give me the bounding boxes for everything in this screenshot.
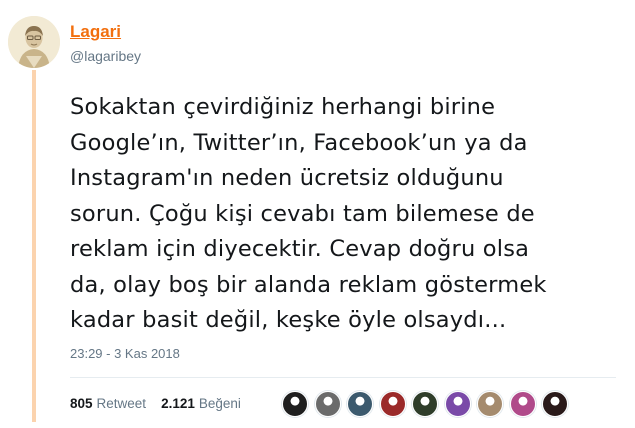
tweet-line: kadar basit değil, keşke öyle olsaydı...	[70, 307, 507, 333]
like-label: Beğeni	[198, 396, 241, 411]
divider	[70, 377, 616, 378]
tweet-line: da, olay boş bir alanda reklam göstermek	[70, 271, 547, 298]
liker-avatar-6[interactable]	[444, 391, 471, 417]
liker-avatar-4[interactable]	[379, 391, 406, 417]
tweet-line: reklam için diyecektir. Cevap doğru olsa	[70, 236, 530, 262]
author-handle[interactable]: @lagaribey	[70, 48, 141, 64]
liker-avatar-3[interactable]	[347, 391, 373, 417]
author-avatar[interactable]	[8, 16, 60, 68]
author-name[interactable]: Lagari	[70, 22, 121, 42]
liker-avatar-1[interactable]	[282, 391, 308, 417]
liker-avatar-9[interactable]	[542, 391, 568, 417]
liker-avatar-2[interactable]	[314, 391, 341, 417]
retweet-label: Retweet	[96, 396, 147, 411]
retweet-stat[interactable]: 805 Retweet	[70, 396, 146, 411]
liker-avatars	[282, 391, 575, 417]
tweet-line: Instagram'ın neden ücretsiz olduğunu	[70, 165, 504, 191]
liker-avatar-7[interactable]	[477, 391, 503, 417]
retweet-count: 805	[70, 396, 93, 411]
liker-avatar-5[interactable]	[412, 391, 438, 417]
avatar-portrait-icon	[8, 16, 60, 68]
thread-line	[32, 70, 36, 422]
tweet-line: Google’ın, Twitter’ın, Facebook’un ya da	[70, 129, 528, 156]
tweet-text: Sokaktan çevirdiğiniz herhangi birine Go…	[70, 90, 630, 339]
tweet-line: sorun. Çoğu kişi cevabı tam bilemese de	[70, 200, 535, 227]
tweet-line: Sokaktan çevirdiğiniz herhangi birine	[70, 94, 496, 120]
tweet-timestamp[interactable]: 23:29 - 3 Kas 2018	[70, 346, 180, 361]
like-stat[interactable]: 2.121 Beğeni	[161, 396, 241, 411]
liker-avatar-8[interactable]	[509, 391, 536, 417]
like-count: 2.121	[161, 396, 195, 411]
tweet-stats: 805 Retweet 2.121 Beğeni	[70, 396, 256, 411]
